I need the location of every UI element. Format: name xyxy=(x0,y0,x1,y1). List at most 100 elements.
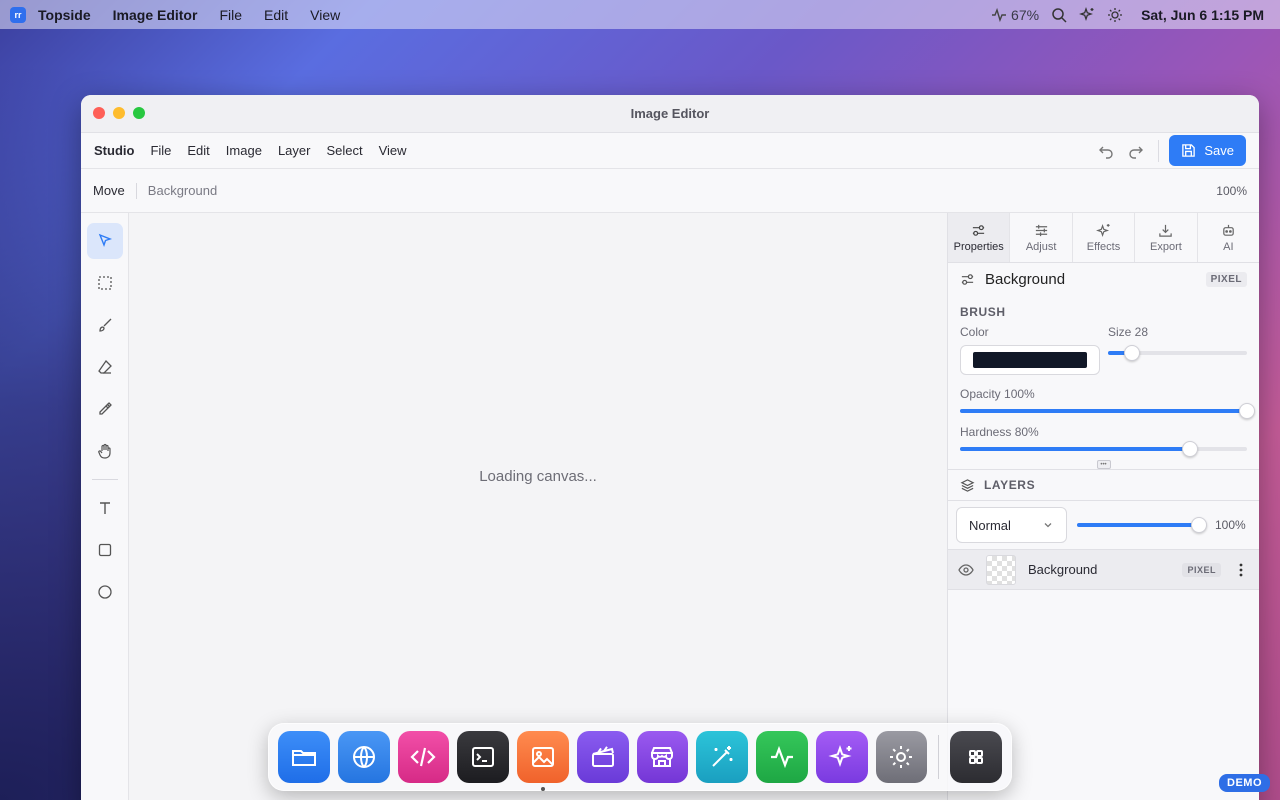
layer-type-badge: PIXEL xyxy=(1205,271,1247,287)
terminal-icon xyxy=(472,747,495,767)
grid-icon xyxy=(969,750,984,764)
size-slider[interactable] xyxy=(1108,345,1247,361)
folder-icon xyxy=(291,750,316,766)
eraser-icon xyxy=(97,359,112,374)
blend-mode-select[interactable]: Normal xyxy=(956,507,1067,543)
tab-label: Adjust xyxy=(1025,240,1057,253)
dock-app-grid[interactable] xyxy=(950,731,1002,783)
move-tool-button[interactable] xyxy=(86,223,123,259)
window-title: Image Editor xyxy=(630,106,710,121)
menu-select[interactable]: Select xyxy=(326,143,362,158)
demo-badge: DEMO xyxy=(1219,774,1270,792)
selected-layer-title: Background xyxy=(985,270,1066,288)
layer-item[interactable]: Background PIXEL xyxy=(948,550,1259,590)
dock-ai[interactable] xyxy=(815,731,868,783)
globe-icon xyxy=(352,746,375,768)
canvas-area[interactable]: Loading canvas... xyxy=(129,213,947,800)
sparkles-icon xyxy=(1096,223,1110,237)
divider xyxy=(135,182,137,199)
dock-activity[interactable] xyxy=(756,731,808,783)
dock-browser[interactable] xyxy=(337,731,390,783)
tab-adjust[interactable]: Adjust xyxy=(1010,213,1073,262)
slider-handle[interactable] xyxy=(1239,403,1255,419)
tab-label: Properties xyxy=(953,240,1004,253)
menu-edit[interactable]: Edit xyxy=(187,143,209,158)
menu-image[interactable]: Image xyxy=(226,143,262,158)
zoom-button[interactable] xyxy=(133,107,145,119)
search-icon[interactable] xyxy=(1051,7,1067,23)
panel-resize-handle[interactable]: ••• xyxy=(948,460,1259,469)
menubar-item-image-editor[interactable]: Image Editor xyxy=(113,7,198,23)
redo-icon xyxy=(1129,146,1144,159)
slider-handle[interactable] xyxy=(1191,517,1207,533)
sliders-icon xyxy=(961,273,974,285)
save-button[interactable]: Save xyxy=(1169,135,1246,166)
marquee-tool-button[interactable] xyxy=(87,265,123,301)
eye-icon[interactable] xyxy=(958,562,974,578)
dock-files[interactable] xyxy=(278,731,330,783)
menubar-item-view[interactable]: View xyxy=(310,7,340,23)
chevron-down-icon xyxy=(1044,523,1052,528)
hardness-slider[interactable] xyxy=(960,441,1247,457)
brightness-icon[interactable] xyxy=(1107,7,1123,23)
battery-status[interactable]: 67% xyxy=(991,7,1039,23)
divider xyxy=(91,479,118,480)
eraser-tool-button[interactable] xyxy=(87,349,123,385)
active-layer-name: Background xyxy=(147,183,218,198)
undo-icon xyxy=(1099,146,1114,159)
tools-sidebar xyxy=(81,213,129,800)
rectangle-tool-button[interactable] xyxy=(87,532,123,568)
dock-settings[interactable] xyxy=(875,731,928,783)
hand-tool-button[interactable] xyxy=(87,433,123,469)
save-label: Save xyxy=(1204,143,1234,158)
tool-options-bar: Move Background 100% xyxy=(81,169,1259,213)
eyedropper-tool-button[interactable] xyxy=(87,391,123,427)
redo-button[interactable] xyxy=(1124,139,1148,163)
size-label: Size 28 xyxy=(1108,325,1149,339)
zoom-level[interactable]: 100% xyxy=(1216,184,1247,198)
app-logo-icon[interactable]: rr xyxy=(10,6,26,23)
tab-label: Effects xyxy=(1086,240,1121,253)
layers-title: LAYERS xyxy=(984,478,1036,492)
minimize-button[interactable] xyxy=(113,107,125,119)
menubar-item-topside[interactable]: Topside xyxy=(38,7,91,23)
opacity-slider[interactable] xyxy=(960,403,1255,419)
tab-properties[interactable]: Properties xyxy=(948,213,1011,262)
dock-magic[interactable] xyxy=(696,731,748,783)
magic-wand-icon xyxy=(712,746,733,767)
menubar-item-edit[interactable]: Edit xyxy=(264,7,288,23)
dock-store[interactable] xyxy=(636,731,689,783)
layer-opacity-value: 100% xyxy=(1215,518,1246,532)
slider-handle[interactable] xyxy=(1123,345,1140,361)
menu-view[interactable]: View xyxy=(379,143,407,158)
dock-video[interactable] xyxy=(576,731,629,783)
text-tool-button[interactable] xyxy=(87,490,123,526)
dock-photos[interactable] xyxy=(517,731,569,791)
sparkles-icon xyxy=(828,744,852,768)
layer-opacity-slider[interactable] xyxy=(1077,517,1207,533)
opacity-row: Opacity 100% xyxy=(948,387,1259,419)
brush-tool-button[interactable] xyxy=(87,307,123,343)
clock[interactable]: Sat, Jun 6 1:15 PM xyxy=(1141,7,1264,23)
square-icon xyxy=(98,543,111,557)
tab-export[interactable]: Export xyxy=(1135,213,1198,262)
slider-handle[interactable] xyxy=(1181,441,1198,457)
menubar-item-file[interactable]: File xyxy=(219,7,242,23)
menu-file[interactable]: File xyxy=(150,143,171,158)
sparkle-icon[interactable] xyxy=(1079,6,1095,23)
dock-terminal[interactable] xyxy=(457,731,509,783)
gear-icon xyxy=(890,746,913,768)
blend-mode-value: Normal xyxy=(969,517,1011,533)
more-vertical-icon[interactable] xyxy=(1233,562,1249,578)
active-tool-name: Move xyxy=(93,183,125,198)
ellipse-tool-button[interactable] xyxy=(87,574,123,610)
color-picker[interactable] xyxy=(960,345,1100,375)
tab-effects[interactable]: Effects xyxy=(1073,213,1136,262)
window-titlebar[interactable]: Image Editor xyxy=(81,95,1259,133)
undo-button[interactable] xyxy=(1094,139,1118,163)
tab-ai[interactable]: AI xyxy=(1198,213,1259,262)
menu-layer[interactable]: Layer xyxy=(278,143,311,158)
app-menubar: Studio File Edit Image Layer Select View… xyxy=(81,133,1259,169)
dock-code[interactable] xyxy=(397,731,450,783)
close-button[interactable] xyxy=(93,107,105,119)
